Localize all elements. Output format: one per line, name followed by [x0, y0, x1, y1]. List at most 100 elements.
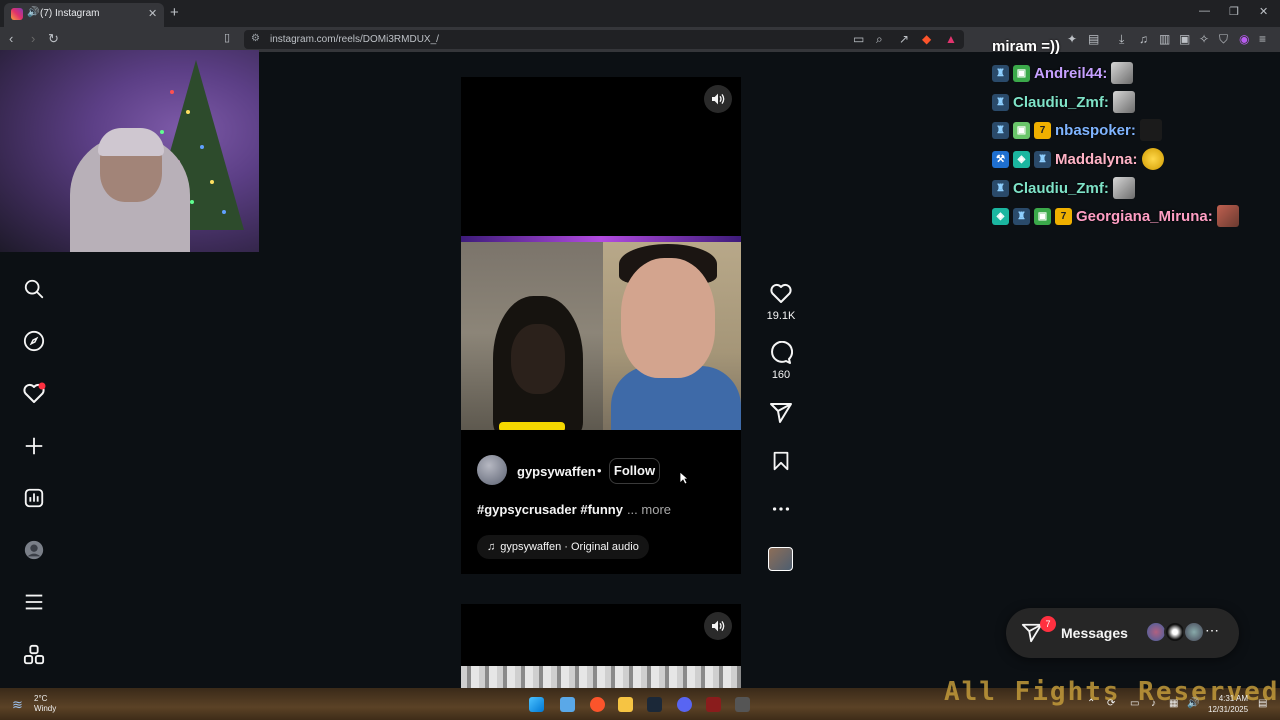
messages-pill[interactable]: 7 Messages ⋯ [1006, 608, 1239, 658]
bot-badge-icon: ♜ [992, 179, 1009, 197]
profile-avatar-icon[interactable] [22, 538, 46, 562]
vip-badge-icon: ◈ [1013, 150, 1030, 168]
tray-monitor-icon[interactable]: ▭ [1130, 698, 1139, 709]
app-icon[interactable] [735, 697, 750, 712]
zoom-icon[interactable]: ⌕ [876, 32, 883, 47]
create-plus-icon[interactable] [22, 434, 46, 458]
share-icon[interactable]: ↗ [899, 32, 909, 46]
start-windows-icon[interactable] [529, 697, 544, 712]
save-bookmark-icon[interactable] [768, 448, 794, 474]
minimize-icon[interactable]: — [1199, 5, 1210, 17]
tray-volume-icon[interactable]: 🔊 [1187, 698, 1199, 709]
site-info-icon[interactable]: ⚙ [251, 33, 260, 44]
close-tab-icon[interactable]: ✕ [148, 7, 157, 20]
discord-icon[interactable] [677, 697, 692, 712]
emote-icon [1112, 177, 1135, 199]
audio-toggle-icon[interactable] [704, 85, 732, 113]
more-menu-icon[interactable] [22, 590, 46, 614]
chat-username[interactable]: Georgiana_Miruna: [1076, 208, 1213, 225]
chat-username[interactable]: Andreil44: [1034, 65, 1107, 82]
emote-icon [1139, 119, 1162, 141]
share-send-icon[interactable] [768, 400, 794, 426]
author-avatar[interactable] [477, 455, 507, 485]
panel-icon[interactable]: ▥ [1159, 32, 1170, 46]
tab-audio-icon[interactable]: 🔊 [27, 7, 39, 18]
vpn-icon[interactable]: ⛉ [1219, 32, 1228, 47]
like-heart-icon[interactable] [768, 280, 794, 306]
audio-thumbnail[interactable] [768, 547, 793, 571]
tray-sync-icon[interactable]: ⟳ [1107, 698, 1115, 709]
brave-shield-icon[interactable]: ◆ [922, 32, 931, 46]
wallet-icon[interactable]: ▣ [1179, 32, 1190, 46]
menu-icon[interactable]: ≡ [1259, 32, 1266, 46]
security-app-icon[interactable] [706, 697, 721, 712]
notifications-heart-icon[interactable] [22, 381, 46, 405]
chat-username[interactable]: Claudiu_Zmf: [1013, 180, 1109, 197]
profile-icon[interactable]: ◉ [1239, 32, 1249, 46]
browser-tab[interactable]: 🔊 (7) Instagram ✕ [4, 3, 164, 27]
bookmark-page-icon[interactable]: ▯ [224, 31, 230, 44]
tray-network-icon[interactable]: ▦ [1169, 698, 1178, 709]
reel-video[interactable] [461, 236, 741, 430]
follow-button[interactable]: Follow [609, 458, 660, 484]
sidebar-toggle-icon[interactable]: ▤ [1088, 32, 1099, 46]
task-view-icon[interactable] [560, 697, 575, 712]
username-separator: • [597, 463, 602, 478]
steam-icon[interactable] [647, 697, 662, 712]
webcam-overlay [0, 50, 259, 252]
bot-badge-icon: ♜ [1013, 207, 1030, 225]
bot-badge-icon: ♜ [992, 121, 1009, 139]
comment-count: 160 [771, 369, 791, 381]
streamer-beanie [98, 128, 164, 156]
system-clock[interactable]: 4:31 AM 12/31/2025 [1208, 693, 1248, 715]
sub-badge-icon: 7 [1055, 207, 1072, 225]
bot-badge-icon: ♜ [992, 93, 1009, 111]
cast-icon[interactable]: ▭ [853, 32, 864, 46]
author-username[interactable]: gypsywaffen [517, 464, 596, 479]
reload-icon[interactable]: ↻ [48, 31, 59, 47]
forward-icon[interactable]: › [31, 31, 35, 46]
leo-icon[interactable]: ✧ [1199, 32, 1209, 46]
tray-overflow-icon[interactable]: ⌃ [1087, 698, 1095, 709]
original-audio-chip[interactable]: ♫ gypsywaffen · Original audio [477, 535, 649, 559]
tray-mic-icon[interactable]: ♪ [1151, 698, 1156, 709]
close-window-icon[interactable]: ✕ [1259, 5, 1268, 18]
also-from-meta-icon[interactable] [22, 643, 46, 667]
explore-icon[interactable] [22, 329, 46, 353]
reel-caption[interactable]: #gypsycrusader #funny [477, 502, 623, 517]
audio-toggle-icon[interactable] [704, 612, 732, 640]
weather-widget[interactable]: 2°C Windy [34, 694, 56, 714]
emote-icon [1112, 91, 1135, 113]
bot-badge-icon: ♜ [992, 64, 1009, 82]
extension-icon[interactable]: ✦ [1067, 32, 1077, 46]
caption-more-link[interactable]: · ... more [619, 502, 671, 517]
search-icon[interactable] [22, 277, 46, 301]
brave-rewards-icon[interactable]: ▲ [945, 32, 957, 46]
more-options-icon[interactable] [768, 496, 794, 522]
new-tab-button[interactable]: + [170, 4, 179, 21]
restore-icon[interactable]: ❐ [1229, 5, 1239, 18]
chat-username[interactable]: Maddalyna: [1055, 151, 1138, 168]
file-explorer-icon[interactable] [618, 697, 633, 712]
chat-line: ⚒ ◈ ♜ Maddalyna: [992, 148, 1164, 170]
media-icon[interactable]: ♫ [1139, 32, 1148, 46]
notification-center-icon[interactable]: ▤ [1258, 698, 1267, 709]
audio-label: gypsywaffen · Original audio [500, 541, 639, 553]
tab-bar: 🔊 (7) Instagram ✕ + — ❐ ✕ [0, 0, 1280, 27]
chat-username[interactable]: nbaspoker: [1055, 122, 1136, 139]
brave-browser-icon[interactable] [590, 697, 605, 712]
next-reel[interactable] [461, 604, 741, 688]
dashboard-icon[interactable] [22, 486, 46, 510]
back-icon[interactable]: ‹ [9, 31, 13, 46]
downloads-icon[interactable]: ⤓ [1119, 32, 1124, 47]
mod-sword-badge-icon: ⚒ [992, 150, 1009, 168]
chat-line: ◈ ♜ ▣ 7 Georgiana_Miruna: [992, 205, 1239, 227]
chat-line: ♜ Claudiu_Zmf: [992, 177, 1135, 199]
next-reel-preview [461, 666, 741, 688]
previous-reel[interactable] [461, 77, 741, 227]
vip-badge-icon: ◈ [992, 207, 1009, 225]
sub-badge-icon: 7 [1034, 121, 1051, 139]
comment-icon[interactable] [768, 340, 794, 366]
clock-time: 4:31 AM [1218, 694, 1249, 703]
chat-username[interactable]: Claudiu_Zmf: [1013, 94, 1109, 111]
